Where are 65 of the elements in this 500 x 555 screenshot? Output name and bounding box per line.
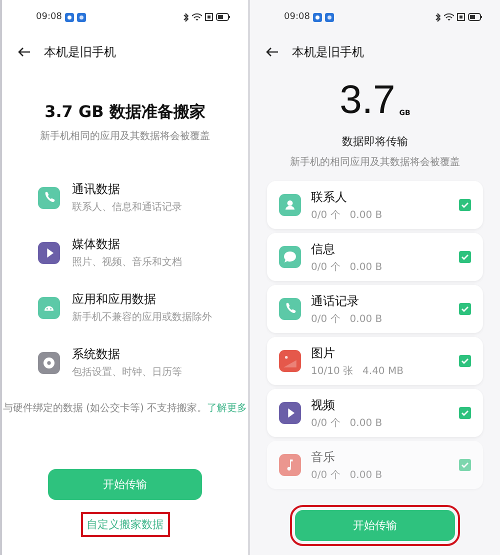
data-item-card[interactable]: 联系人 0/0 个 0.00 B bbox=[267, 181, 483, 229]
music-note-icon bbox=[279, 454, 301, 476]
battery-icon bbox=[468, 13, 482, 21]
checkbox[interactable] bbox=[459, 303, 471, 315]
wifi-icon bbox=[192, 13, 202, 21]
picture-icon bbox=[279, 350, 301, 372]
notification-icon bbox=[76, 12, 86, 22]
chat-bubble-icon bbox=[279, 246, 301, 268]
category-title: 应用和应用数据 bbox=[72, 291, 157, 308]
checkbox[interactable] bbox=[459, 199, 471, 211]
data-item-card[interactable]: 通话记录 0/0 个 0.00 B bbox=[267, 285, 483, 333]
item-count: 0/0 个 0.00 B bbox=[311, 416, 384, 430]
bluetooth-icon bbox=[183, 12, 189, 22]
notification-icon bbox=[324, 12, 334, 22]
page-title: 本机是旧手机 bbox=[44, 44, 116, 60]
checkbox[interactable] bbox=[459, 355, 471, 367]
item-count: 10/10 张 4.40 MB bbox=[311, 364, 404, 378]
data-item-card[interactable]: 图片 10/10 张 4.40 MB bbox=[267, 337, 483, 385]
category-title: 媒体数据 bbox=[72, 236, 121, 253]
item-count: 0/0 个 0.00 B bbox=[311, 468, 384, 482]
wifi-icon bbox=[444, 13, 454, 21]
play-icon bbox=[279, 402, 301, 424]
phone-icon bbox=[38, 186, 60, 208]
status-time: 09:08 bbox=[284, 12, 310, 22]
checkbox[interactable] bbox=[459, 459, 471, 471]
back-arrow-icon[interactable] bbox=[18, 47, 30, 57]
checkbox[interactable] bbox=[459, 251, 471, 263]
item-count: 0/0 个 0.00 B bbox=[311, 312, 384, 326]
item-count: 0/0 个 0.00 B bbox=[311, 208, 384, 222]
sim-icon bbox=[205, 13, 213, 21]
status-time: 09:08 bbox=[36, 12, 62, 22]
category-description: 包括设置、时钟、日历等 bbox=[72, 366, 182, 379]
item-title: 信息 bbox=[311, 240, 336, 258]
data-item-card[interactable]: 音乐 0/0 个 0.00 B bbox=[267, 441, 483, 489]
category-title: 通讯数据 bbox=[72, 181, 121, 198]
item-title: 视频 bbox=[311, 396, 336, 414]
category-title: 系统数据 bbox=[72, 346, 121, 363]
back-arrow-icon[interactable] bbox=[266, 47, 278, 57]
overwrite-warning: 新手机相同的应用及其数据将会被覆盖 bbox=[39, 130, 211, 143]
notification-icon bbox=[64, 12, 74, 22]
transfer-heading: 数据即将传输 bbox=[341, 134, 409, 149]
item-count: 0/0 个 0.00 B bbox=[311, 260, 384, 274]
category-description: 照片、视频、音乐和文档 bbox=[72, 256, 182, 269]
category-description: 新手机不兼容的应用或数据除外 bbox=[72, 310, 212, 324]
item-title: 通话记录 bbox=[311, 292, 360, 310]
bluetooth-icon bbox=[435, 12, 441, 22]
item-title: 图片 bbox=[311, 344, 336, 362]
overwrite-warning: 新手机的相同应用及其数据将会被覆盖 bbox=[289, 156, 461, 169]
person-icon bbox=[279, 194, 301, 216]
item-title: 联系人 bbox=[311, 188, 348, 206]
play-icon bbox=[38, 242, 60, 264]
page-title: 本机是旧手机 bbox=[292, 44, 364, 60]
category-description: 联系人、信息和通话记录 bbox=[72, 200, 182, 214]
data-item-card[interactable]: 信息 0/0 个 0.00 B bbox=[267, 233, 483, 281]
sim-icon bbox=[457, 13, 465, 21]
hardware-note: 与硬件绑定的数据 (如公交卡等) 不支持搬家。了解更多 bbox=[2, 402, 248, 415]
data-size-value: 3.7 bbox=[340, 80, 396, 120]
battery-icon bbox=[216, 13, 230, 21]
robot-icon bbox=[38, 296, 60, 318]
notification-icon bbox=[312, 12, 322, 22]
item-title: 音乐 bbox=[311, 448, 336, 466]
phone-icon bbox=[279, 298, 301, 320]
data-size-title: 3.7 GB 数据准备搬家 bbox=[44, 102, 206, 123]
data-item-card[interactable]: 视频 0/0 个 0.00 B bbox=[267, 389, 483, 437]
checkbox[interactable] bbox=[459, 407, 471, 419]
